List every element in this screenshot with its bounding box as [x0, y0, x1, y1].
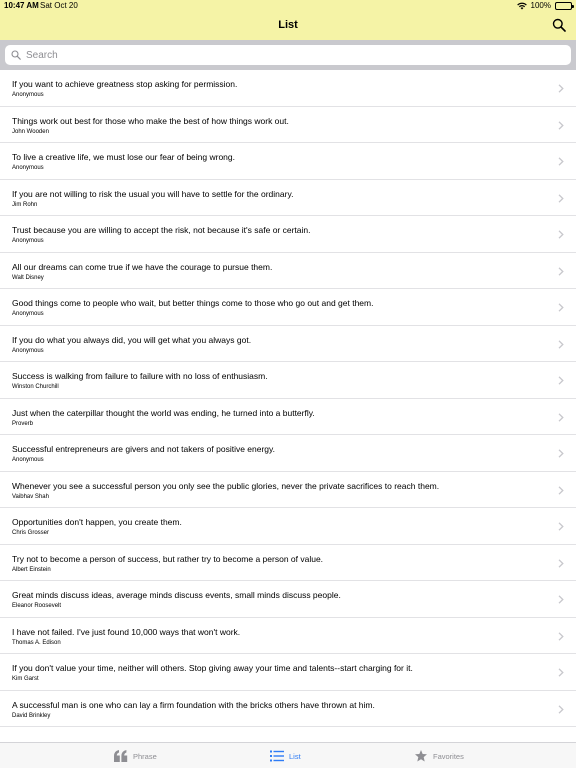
battery-percent: 100% — [530, 1, 551, 10]
list-icon — [270, 750, 284, 762]
status-bar: 10:47 AM Sat Oct 20 100% — [0, 0, 576, 12]
quote-author: Anonymous — [12, 92, 44, 98]
list-item[interactable]: Success is walking from failure to failu… — [0, 362, 576, 399]
chevron-right-icon — [558, 595, 564, 604]
quote-author: John Wooden — [12, 128, 49, 135]
tab-phrase-label: Phrase — [133, 751, 157, 761]
quote-author: David Brinkley — [12, 712, 51, 719]
list-item[interactable]: If you do what you always did, you will … — [0, 326, 576, 362]
quote-text: Just when the caterpillar thought the wo… — [12, 407, 315, 418]
quote-author: Chris Grosser — [12, 530, 50, 536]
status-date: Sat Oct 20 — [40, 1, 78, 10]
chevron-right-icon — [558, 485, 564, 495]
quote-text: A successful man is one who can lay a fi… — [12, 699, 375, 710]
list-item[interactable]: If you want to achieve greatness stop as… — [0, 70, 576, 107]
quote-author: Anonymous — [12, 347, 44, 354]
status-time: 10:47 AM — [4, 1, 39, 10]
chevron-right-icon — [558, 303, 564, 312]
chevron-right-icon — [558, 704, 564, 714]
quote-text: Success is walking from failure to failu… — [12, 371, 268, 381]
quote-text: Trust because you are willing to accept … — [12, 225, 311, 235]
tab-phrase[interactable]: Phrase — [114, 743, 157, 768]
list-item[interactable]: Great minds discuss ideas, average minds… — [0, 581, 576, 618]
quote-text: Great minds discuss ideas, average minds… — [12, 590, 341, 600]
quote-text: All our dreams can come true if we have … — [12, 261, 273, 272]
list-item[interactable]: Good things come to people who wait, but… — [0, 289, 576, 326]
chevron-right-icon — [558, 558, 564, 568]
battery-icon — [555, 2, 574, 10]
quote-author: Proverb — [12, 420, 34, 427]
page-title: List — [278, 19, 298, 31]
quote-text: To live a creative life, we must lose ou… — [12, 152, 235, 162]
list-item[interactable]: Opportunities don't happen, you create t… — [0, 508, 576, 545]
quote-author: Winston Churchill — [12, 384, 59, 390]
list-item[interactable]: I have not failed. I've just found 10,00… — [0, 618, 576, 654]
quote-list: If you want to achieve greatness stop as… — [0, 70, 576, 742]
chevron-right-icon — [558, 193, 564, 203]
quote-author: Thomas A. Edison — [12, 639, 61, 646]
chevron-right-icon — [558, 631, 564, 641]
search-input[interactable] — [26, 49, 546, 61]
quote-author: Anonymous — [12, 238, 44, 244]
list-item[interactable]: Successful entrepreneurs are givers and … — [0, 435, 576, 472]
chevron-right-icon — [558, 449, 564, 458]
quote-text: If you do what you always did, you will … — [12, 334, 252, 345]
quote-text: Try not to become a person of success, b… — [12, 553, 324, 564]
quote-author: Albert Einstein — [12, 566, 51, 573]
status-indicators: 100% — [516, 0, 574, 12]
list-item[interactable]: All our dreams can come true if we have … — [0, 253, 576, 289]
quote-text: If you want to achieve greatness stop as… — [12, 79, 238, 89]
quote-author: Vaibhav Shah — [12, 493, 49, 500]
search-bar — [0, 40, 576, 70]
chevron-right-icon — [558, 522, 564, 531]
list-item[interactable]: If you are not willing to risk the usual… — [0, 180, 576, 216]
quote-author: Anonymous — [12, 165, 44, 171]
tab-favorites-label: Favorites — [433, 751, 464, 761]
quote-text: Opportunities don't happen, you create t… — [12, 517, 182, 527]
star-icon — [415, 750, 427, 762]
list-item[interactable]: If you don't value your time, neither wi… — [0, 654, 576, 691]
quote-text: If you are not willing to risk the usual… — [12, 188, 294, 199]
search-field[interactable] — [5, 45, 571, 65]
search-icon[interactable] — [552, 18, 566, 32]
quote-text: Good things come to people who wait, but… — [12, 298, 374, 308]
tab-list[interactable]: List — [270, 743, 301, 768]
chevron-right-icon — [558, 266, 564, 276]
search-field-icon — [11, 50, 21, 60]
quote-text: Successful entrepreneurs are givers and … — [12, 444, 276, 454]
quote-icon — [114, 750, 128, 762]
quote-author: Walt Disney — [12, 274, 44, 281]
list-item[interactable]: A successful man is one who can lay a fi… — [0, 691, 576, 727]
chevron-right-icon — [558, 339, 564, 349]
wifi-icon — [516, 2, 527, 10]
chevron-right-icon — [558, 84, 564, 93]
quote-author: Kim Garst — [12, 676, 39, 682]
tab-bar: Phrase List Favorites — [0, 742, 576, 768]
tab-favorites[interactable]: Favorites — [414, 743, 464, 768]
list-item[interactable]: Try not to become a person of success, b… — [0, 545, 576, 581]
quote-author: Anonymous — [12, 311, 44, 317]
chevron-right-icon — [558, 412, 564, 422]
quote-author: Jim Rohn — [12, 201, 38, 208]
quote-text: Whenever you see a successful person you… — [12, 480, 440, 491]
quote-author: Eleanor Roosevelt — [12, 603, 62, 609]
chevron-right-icon — [558, 230, 564, 239]
list-item[interactable]: Things work out best for those who make … — [0, 107, 576, 143]
chevron-right-icon — [558, 120, 564, 130]
list-item[interactable]: Just when the caterpillar thought the wo… — [0, 399, 576, 435]
quote-text: I have not failed. I've just found 10,00… — [12, 626, 241, 637]
quote-text: Things work out best for those who make … — [12, 115, 289, 126]
quote-text: If you don't value your time, neither wi… — [12, 663, 413, 673]
navigation-header: 10:47 AM Sat Oct 20 100% List — [0, 0, 576, 40]
tab-list-label: List — [289, 751, 301, 761]
list-item[interactable]: Whenever you see a successful person you… — [0, 472, 576, 508]
chevron-right-icon — [558, 668, 564, 677]
chevron-right-icon — [558, 157, 564, 166]
list-item[interactable]: To live a creative life, we must lose ou… — [0, 143, 576, 180]
quote-author: Anonymous — [12, 457, 44, 463]
list-item[interactable]: Trust because you are willing to accept … — [0, 216, 576, 253]
chevron-right-icon — [558, 376, 564, 385]
